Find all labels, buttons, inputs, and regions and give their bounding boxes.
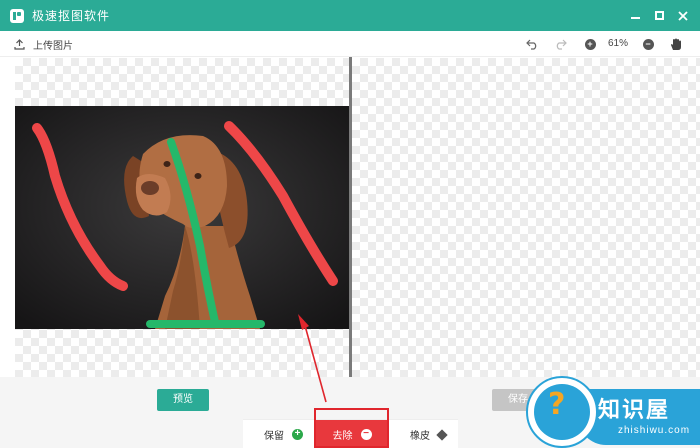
keep-mode-label: 保留	[264, 431, 284, 442]
redo-button[interactable]	[552, 36, 568, 52]
upload-label: 上传图片	[33, 41, 73, 52]
close-icon	[678, 10, 688, 21]
hand-icon	[671, 38, 681, 50]
app-title: 极速抠图软件	[32, 9, 111, 23]
zoom-level: 61%	[608, 38, 629, 49]
app-window: 极速抠图软件 上传图片 + 61% − 预览 保存 保留 + 去除 − 橡皮 ?…	[0, 0, 700, 448]
upload-icon	[14, 39, 25, 50]
plus-circle-icon: +	[292, 429, 303, 440]
zoom-in-icon: +	[584, 38, 596, 50]
undo-icon	[525, 39, 536, 50]
brush-mode-bar: 保留 + 去除 − 橡皮	[243, 419, 458, 448]
eraser-mode-label: 橡皮	[410, 431, 430, 442]
undo-button[interactable]	[524, 36, 540, 52]
eraser-icon	[436, 428, 448, 441]
toolbar: 上传图片 + 61% −	[0, 31, 700, 57]
maximize-button[interactable]	[648, 0, 670, 31]
zoom-in-button[interactable]: +	[582, 36, 598, 52]
title-bar: 极速抠图软件	[0, 0, 700, 31]
dog-photo[interactable]	[15, 106, 349, 329]
keep-mode-button[interactable]: 保留 +	[264, 420, 303, 448]
save-button[interactable]: 保存	[492, 389, 544, 411]
close-button[interactable]	[672, 0, 694, 31]
window-controls	[622, 0, 694, 31]
remove-mode-label: 去除	[332, 431, 353, 442]
zoom-out-icon: −	[642, 38, 654, 50]
minus-circle-icon: −	[360, 429, 372, 440]
minimize-button[interactable]	[624, 0, 646, 31]
upload-image-button[interactable]: 上传图片	[14, 37, 73, 52]
zoom-out-button[interactable]: −	[640, 36, 656, 52]
maximize-icon	[654, 11, 664, 20]
remove-mode-button[interactable]: 去除 −	[316, 420, 388, 448]
preview-button[interactable]: 预览	[157, 389, 209, 411]
redo-icon	[556, 39, 567, 50]
pan-tool-button[interactable]	[668, 36, 684, 52]
app-logo-icon	[10, 8, 24, 23]
result-canvas	[352, 58, 700, 377]
eraser-mode-button[interactable]: 橡皮	[410, 420, 448, 448]
minimize-icon	[630, 16, 640, 19]
